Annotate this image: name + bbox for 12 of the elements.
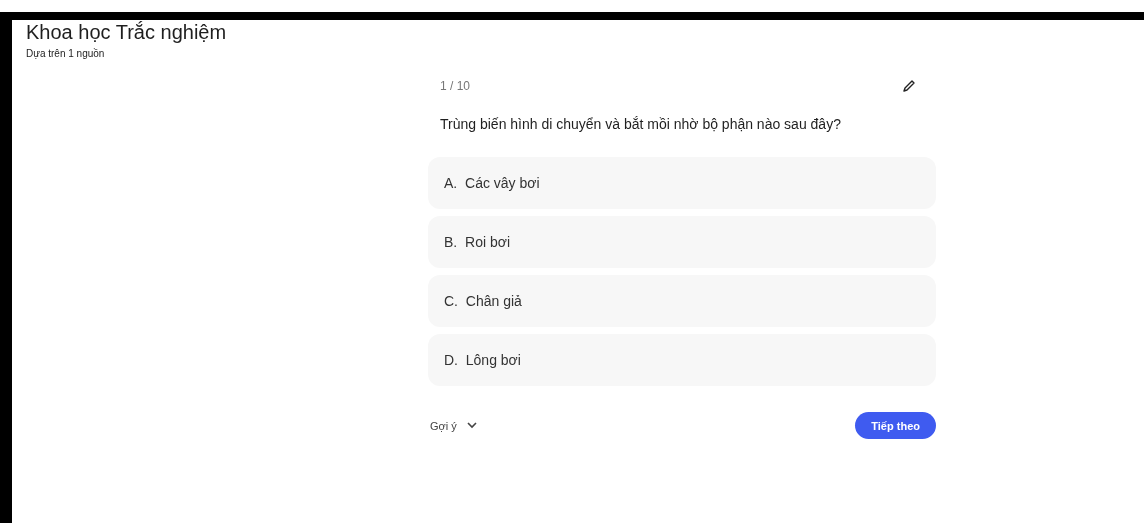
- answer-option[interactable]: B. Roi bơi: [428, 216, 936, 268]
- hint-toggle[interactable]: Gợi ý: [428, 419, 477, 432]
- answer-option[interactable]: C. Chân giả: [428, 275, 936, 327]
- question-text: Trùng biến hình di chuyển và bắt mồi nhờ bộ phận nào sau đây?: [440, 116, 842, 132]
- chevron-down-icon: [466, 422, 477, 429]
- question-counter: 1 / 10: [440, 79, 471, 93]
- page-title: Khoa học Trắc nghiệm: [26, 20, 227, 44]
- source-note: Dựa trên 1 nguồn: [26, 48, 105, 59]
- pencil-icon: [902, 79, 916, 93]
- answer-option[interactable]: A. Các vây bơi: [428, 157, 936, 209]
- next-button[interactable]: Tiếp theo: [855, 412, 936, 439]
- answer-option[interactable]: D. Lông bơi: [428, 334, 936, 386]
